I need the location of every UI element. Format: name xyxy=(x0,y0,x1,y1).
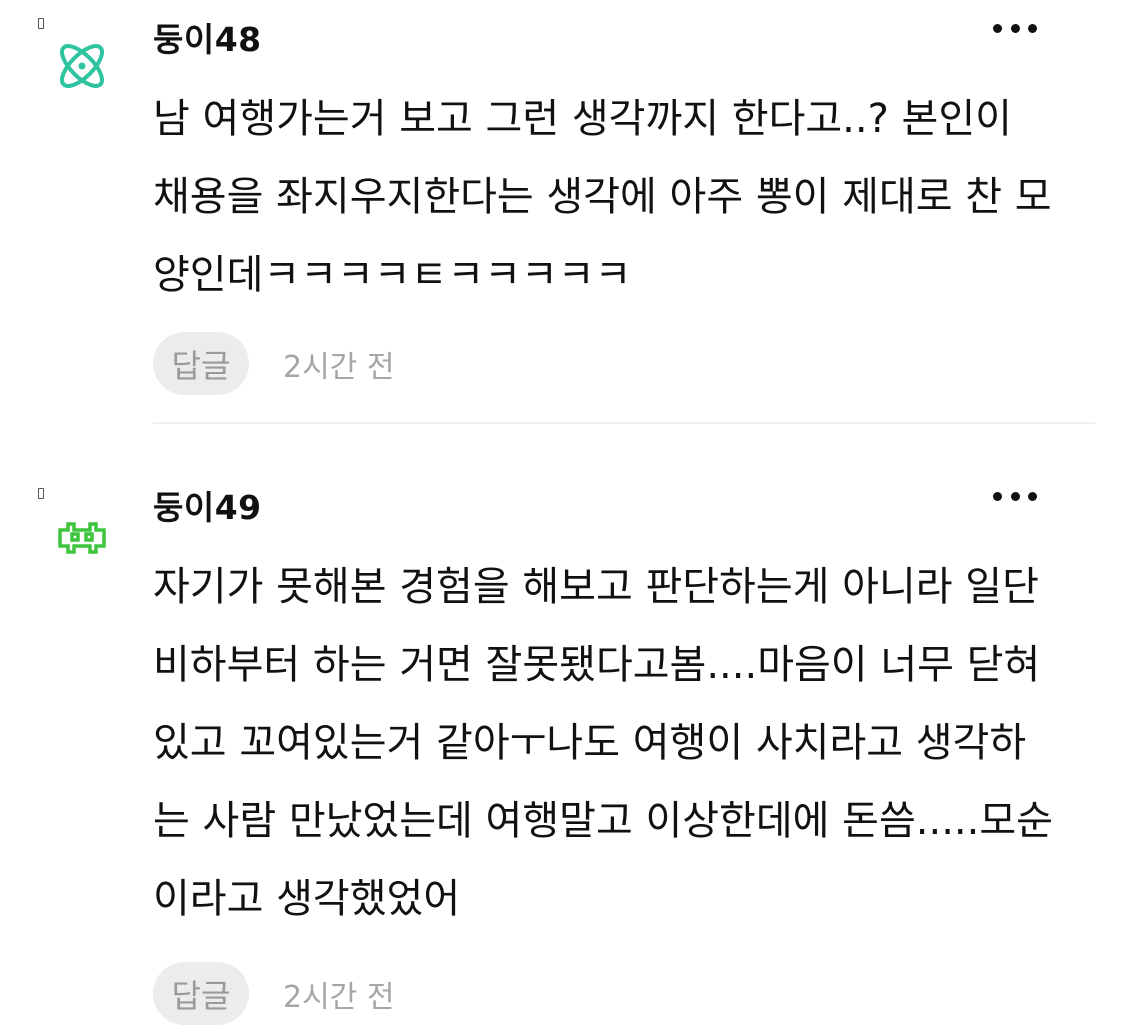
comment-actions: 답글 2시간 전 xyxy=(153,332,394,395)
comment-timestamp: 2시간 전 xyxy=(283,979,395,1015)
comment-item: 둥이48 남 여행가는거 보고 그런 생각까지 한다고..? 본인이 채용을 좌… xyxy=(0,0,1125,424)
comment-actions: 답글 2시간 전 xyxy=(153,962,394,1025)
comment-text: 남 여행가는거 보고 그런 생각까지 한다고..? 본인이 채용을 좌지우지한다… xyxy=(153,96,1052,298)
avatar[interactable] xyxy=(38,18,118,98)
dot-icon xyxy=(1010,491,1020,501)
dot-icon xyxy=(1028,23,1037,33)
reply-button[interactable]: 답글 xyxy=(153,332,249,395)
space-invader-icon xyxy=(58,522,106,554)
badge-icon xyxy=(38,488,44,499)
comment-item: 둥이49 자기가 못해본 경험을 해보고 판단하는게 아니라 일단 비하부터 하… xyxy=(0,425,1125,1027)
dot-icon xyxy=(993,491,1002,501)
dot-icon xyxy=(1010,23,1020,33)
comment-text: 자기가 못해본 경험을 해보고 판단하는게 아니라 일단 비하부터 하는 거면 … xyxy=(153,564,1053,922)
reply-button[interactable]: 답글 xyxy=(153,962,249,1025)
comment-author[interactable]: 둥이48 xyxy=(153,20,262,60)
divider xyxy=(153,422,1095,424)
comment-timestamp: 2시간 전 xyxy=(283,349,395,385)
avatar[interactable] xyxy=(38,488,118,568)
more-options-button[interactable] xyxy=(993,18,1037,38)
comment-author[interactable]: 둥이49 xyxy=(153,488,262,528)
dot-icon xyxy=(993,23,1002,33)
atom-icon xyxy=(60,44,104,88)
more-options-button[interactable] xyxy=(993,486,1037,506)
badge-icon xyxy=(38,18,44,29)
dot-icon xyxy=(1028,491,1037,501)
